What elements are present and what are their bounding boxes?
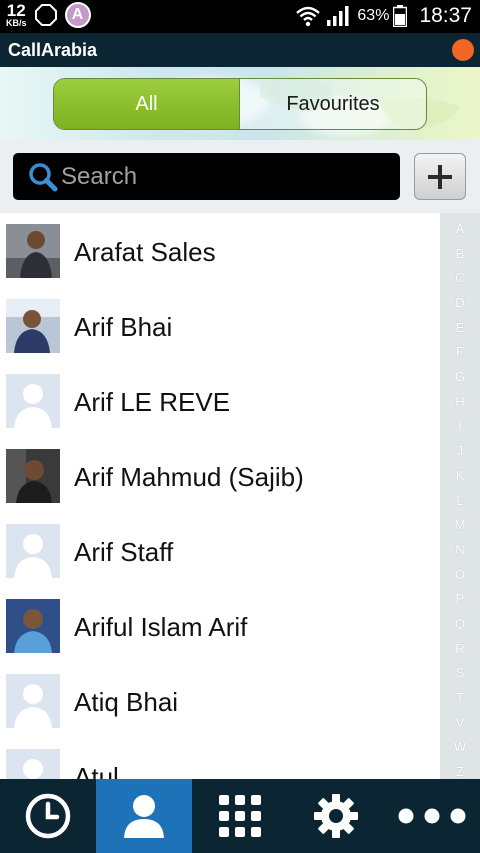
avatar: [6, 299, 60, 353]
plus-icon: [428, 164, 452, 189]
contact-row[interactable]: Arif Mahmud (Sajib): [0, 438, 440, 513]
nav-recents[interactable]: [0, 779, 96, 853]
tab-favourites[interactable]: Favourites: [240, 79, 426, 129]
segmented-control: All Favourites: [53, 78, 427, 130]
alpha-letter[interactable]: P: [456, 587, 465, 612]
alpha-letter[interactable]: N: [455, 538, 464, 563]
alpha-letter[interactable]: I: [458, 415, 462, 440]
alpha-letter[interactable]: E: [456, 316, 465, 341]
contact-row[interactable]: Atul: [0, 738, 440, 779]
nav-more[interactable]: [384, 779, 480, 853]
signal-icon: [327, 6, 349, 26]
contacts-icon: [124, 795, 164, 838]
search-row: [0, 140, 480, 213]
contact-row[interactable]: Arif Staff: [0, 513, 440, 588]
alpha-letter[interactable]: V: [456, 711, 465, 736]
net-speed: 12 KB/s: [6, 2, 27, 28]
contact-row[interactable]: Ariful Islam Arif: [0, 588, 440, 663]
avatar: [6, 599, 60, 653]
nav-contacts[interactable]: [96, 779, 192, 853]
contact-name: Arafat Sales: [74, 237, 216, 267]
avatar-placeholder: [6, 524, 60, 578]
tab-all-label: All: [135, 92, 158, 115]
alpha-letter[interactable]: Q: [455, 612, 465, 637]
status-bar: 12 KB/s A 63% 18:37: [0, 0, 480, 33]
alpha-letter[interactable]: K: [456, 464, 465, 489]
contact-row[interactable]: Atiq Bhai: [0, 663, 440, 738]
alphabet-index[interactable]: A B C D E F G H I J K L M N O P Q R S T …: [440, 213, 480, 779]
wifi-icon: [296, 6, 321, 27]
search-box[interactable]: [13, 153, 400, 200]
search-input[interactable]: [61, 162, 381, 191]
alpha-letter[interactable]: F: [456, 340, 464, 365]
contact-name: Arif Bhai: [74, 312, 173, 342]
search-icon: [29, 162, 58, 191]
alpha-letter[interactable]: S: [456, 661, 465, 686]
alpha-letter[interactable]: O: [455, 563, 465, 588]
contact-name: Arif Mahmud (Sajib): [74, 462, 304, 492]
avatar-placeholder: [6, 374, 60, 428]
contact-name: Arif Staff: [74, 537, 174, 567]
alpha-letter[interactable]: L: [456, 489, 463, 514]
avatar: [6, 224, 60, 278]
tab-all[interactable]: All: [54, 79, 240, 129]
alpha-letter[interactable]: D: [455, 291, 464, 316]
contact-name: Arif LE REVE: [74, 387, 231, 417]
net-speed-unit: KB/s: [6, 18, 27, 28]
alpha-letter[interactable]: H: [455, 390, 464, 415]
bottom-nav: [0, 779, 480, 853]
add-contact-button[interactable]: [414, 153, 466, 200]
alpha-letter[interactable]: A: [456, 217, 465, 242]
dialpad-icon: [219, 795, 261, 837]
app-notification-icon: A: [64, 2, 91, 28]
gear-icon: [314, 794, 358, 838]
avatar-placeholder: [6, 749, 60, 779]
alpha-letter[interactable]: C: [455, 266, 464, 291]
battery-percent: 63%: [357, 7, 390, 24]
more-icon: [398, 808, 466, 824]
tab-favourites-label: Favourites: [286, 92, 380, 115]
app-title: CallArabia: [8, 40, 98, 60]
alpha-letter[interactable]: J: [457, 439, 464, 464]
alpha-letter[interactable]: T: [456, 686, 464, 711]
contact-name: Atul: [74, 762, 119, 779]
contact-row[interactable]: Arafat Sales: [0, 213, 440, 288]
nav-settings[interactable]: [288, 779, 384, 853]
net-speed-value: 12: [6, 1, 26, 20]
clock-time: 18:37: [419, 4, 472, 27]
contact-name: Ariful Islam Arif: [74, 612, 248, 642]
contact-list: Arafat Sales Arif Bhai Arif LE REVE Arif…: [0, 213, 440, 779]
nav-dialpad[interactable]: [192, 779, 288, 853]
avatar: [6, 449, 60, 503]
status-dot-icon[interactable]: [452, 39, 474, 61]
contact-row[interactable]: Arif Bhai: [0, 288, 440, 363]
alpha-letter[interactable]: B: [456, 242, 465, 267]
avatar-placeholder: [6, 674, 60, 728]
alpha-letter[interactable]: R: [455, 637, 464, 662]
tab-header: All Favourites: [0, 67, 480, 140]
alpha-letter[interactable]: M: [455, 513, 466, 538]
alpha-letter[interactable]: W: [454, 735, 466, 760]
contact-row[interactable]: Arif LE REVE: [0, 363, 440, 438]
octagon-notification-icon: [34, 4, 57, 26]
alpha-letter[interactable]: G: [455, 365, 465, 390]
clock-icon: [25, 793, 71, 839]
contact-name: Atiq Bhai: [74, 687, 179, 717]
battery-icon: [393, 5, 408, 27]
app-title-bar: CallArabia: [0, 33, 480, 67]
